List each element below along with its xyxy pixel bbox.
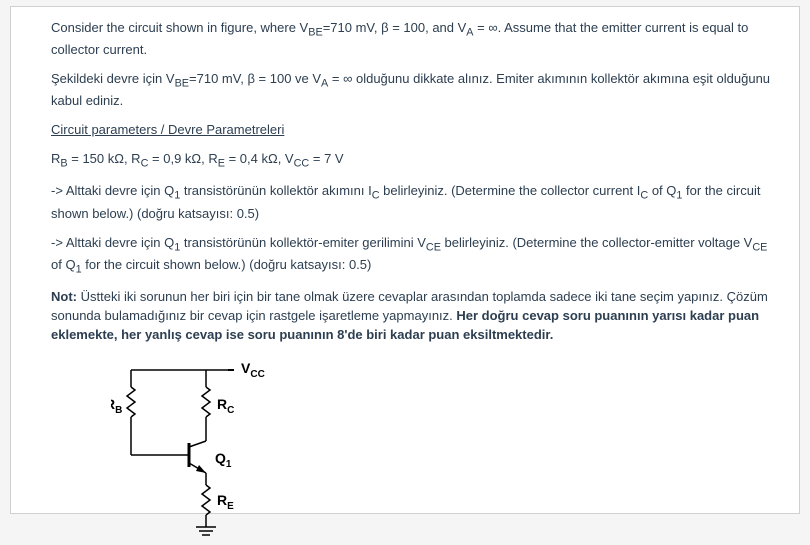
sub: BE	[175, 78, 189, 90]
text: transistörünün kollektör akımını I	[180, 183, 371, 198]
label-re: R	[217, 492, 227, 508]
text: = 0,9 kΩ, R	[148, 151, 217, 166]
text: R	[51, 151, 60, 166]
text: -> Alttaki devre için Q	[51, 183, 174, 198]
sub: E	[218, 158, 225, 170]
sub: C	[372, 190, 380, 202]
svg-text:RC: RC	[217, 396, 234, 416]
text: belirleyiniz. (Determine the collector c…	[380, 183, 641, 198]
para-task-ic: -> Alttaki devre için Q1 transistörünün …	[51, 182, 771, 223]
svg-text:VCC: VCC	[241, 360, 265, 380]
label-q1-sub: 1	[226, 459, 232, 470]
text: belirleyiniz. (Determine the collector-e…	[441, 235, 752, 250]
sub: CE	[426, 241, 441, 253]
svg-text:RB: RB	[111, 396, 122, 416]
text: of Q	[648, 183, 676, 198]
text: transistörünün kollektör-emiter gerilimi…	[180, 235, 426, 250]
label-rc-sub: C	[227, 405, 234, 416]
text: = 150 kΩ, R	[68, 151, 141, 166]
text: = 0,4 kΩ, V	[225, 151, 294, 166]
para-parameters-heading: Circuit parameters / Devre Parametreleri	[51, 121, 771, 140]
para-task-vce: -> Alttaki devre için Q1 transistörünün …	[51, 234, 771, 279]
circuit-diagram: VCC RB RC Q1 RE	[111, 355, 771, 545]
text: =710 mV, β = 100, and V	[323, 20, 467, 35]
sub: CC	[294, 158, 310, 170]
sub: B	[60, 158, 67, 170]
svg-text:Q1: Q1	[215, 450, 232, 470]
sub: BE	[308, 27, 322, 39]
sub: A	[466, 27, 473, 39]
text: of Q	[51, 257, 76, 272]
text: -> Alttaki devre için Q	[51, 235, 174, 250]
para-note: Not: Üstteki iki sorunun her biri için b…	[51, 288, 771, 345]
label-vcc-sub: CC	[250, 369, 264, 380]
note-label: Not:	[51, 289, 77, 304]
label-rc: R	[217, 396, 227, 412]
text: Circuit parameters / Devre Parametreleri	[51, 122, 284, 137]
text: Şekildeki devre için V	[51, 71, 175, 86]
label-rb-sub: B	[115, 405, 122, 416]
text: Consider the circuit shown in figure, wh…	[51, 20, 308, 35]
para-turkish-intro: Şekildeki devre için VBE=710 mV, β = 100…	[51, 70, 771, 111]
text: =710 mV, β = 100 ve V	[189, 71, 321, 86]
label-q1: Q	[215, 450, 226, 466]
svg-text:RE: RE	[217, 492, 234, 512]
circuit-svg: VCC RB RC Q1 RE	[111, 355, 311, 540]
question-card: Consider the circuit shown in figure, wh…	[10, 6, 800, 514]
para-parameter-values: RB = 150 kΩ, RC = 0,9 kΩ, RE = 0,4 kΩ, V…	[51, 150, 771, 172]
sub: CE	[752, 241, 767, 253]
label-re-sub: E	[227, 501, 234, 512]
text: = 7 V	[309, 151, 343, 166]
para-english-intro: Consider the circuit shown in figure, wh…	[51, 19, 771, 60]
text: for the circuit shown below.) (doğru kat…	[82, 257, 372, 272]
